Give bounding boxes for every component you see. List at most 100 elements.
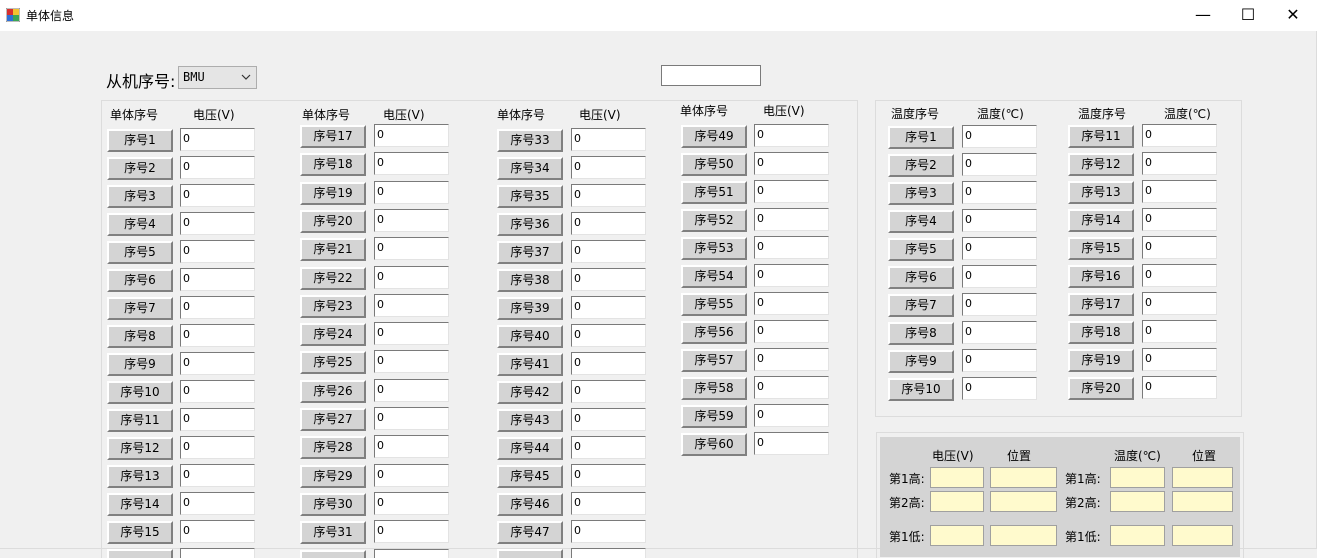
temperature-value-input[interactable]: 0 — [962, 209, 1037, 232]
status-input[interactable] — [661, 65, 761, 86]
voltage-value-input[interactable]: 0 — [180, 240, 255, 263]
lowest-voltage-position-field[interactable] — [990, 525, 1057, 546]
temperature-value-input[interactable]: 0 — [1142, 292, 1217, 315]
temperature-value-input[interactable]: 0 — [962, 265, 1037, 288]
maximize-button[interactable]: ☐ — [1225, 0, 1271, 31]
temperature-value-input[interactable]: 0 — [962, 125, 1037, 148]
voltage-value-input[interactable]: 0 — [374, 379, 449, 402]
temperature-value-input[interactable]: 0 — [1142, 236, 1217, 259]
voltage-value-input[interactable]: 0 — [374, 322, 449, 345]
voltage-value-input[interactable]: 0 — [180, 436, 255, 459]
second-high-voltage-position-field[interactable] — [990, 491, 1057, 512]
highest-temp-position-field[interactable] — [1172, 467, 1233, 488]
lowest-temp-position-field[interactable] — [1172, 525, 1233, 546]
temperature-value-input[interactable]: 0 — [962, 349, 1037, 372]
voltage-value-input[interactable]: 0 — [571, 128, 646, 151]
close-button[interactable]: ✕ — [1270, 0, 1316, 31]
voltage-value-input[interactable]: 0 — [754, 320, 829, 343]
voltage-value-input[interactable]: 0 — [571, 268, 646, 291]
temperature-value-input[interactable]: 0 — [1142, 124, 1217, 147]
voltage-value-input[interactable]: 0 — [374, 407, 449, 430]
voltage-value-input[interactable]: 0 — [374, 124, 449, 147]
temperature-value-input[interactable]: 0 — [1142, 208, 1217, 231]
voltage-value-input[interactable]: 0 — [180, 128, 255, 151]
second-high-temp-field[interactable] — [1110, 491, 1165, 512]
voltage-value-input-clipped[interactable] — [180, 548, 255, 558]
voltage-value-input[interactable]: 0 — [374, 435, 449, 458]
temperature-value-input[interactable]: 0 — [962, 321, 1037, 344]
temperature-value-input[interactable]: 0 — [962, 237, 1037, 260]
voltage-value-input[interactable]: 0 — [571, 352, 646, 375]
voltage-value-input[interactable]: 0 — [754, 376, 829, 399]
voltage-value-input[interactable]: 0 — [180, 268, 255, 291]
voltage-value-input[interactable]: 0 — [754, 180, 829, 203]
title-bar: 单体信息 — ☐ ✕ — [0, 0, 1325, 31]
voltage-value-input[interactable]: 0 — [374, 294, 449, 317]
voltage-value-input[interactable]: 0 — [571, 408, 646, 431]
slave-select[interactable]: BMU — [178, 66, 257, 89]
voltage-value-input[interactable]: 0 — [180, 492, 255, 515]
voltage-value-input[interactable]: 0 — [754, 208, 829, 231]
voltage-value-input[interactable]: 0 — [571, 296, 646, 319]
voltage-value-input[interactable]: 0 — [571, 380, 646, 403]
temperature-value-input[interactable]: 0 — [962, 153, 1037, 176]
voltage-value-input[interactable]: 0 — [180, 156, 255, 179]
voltage-value-input[interactable]: 0 — [754, 404, 829, 427]
voltage-value-input[interactable]: 0 — [374, 266, 449, 289]
voltage-value-input[interactable]: 0 — [180, 212, 255, 235]
voltage-value-input[interactable]: 0 — [754, 152, 829, 175]
temperature-value-input[interactable]: 0 — [1142, 152, 1217, 175]
voltage-value-input[interactable]: 0 — [754, 432, 829, 455]
slave-select-value: BMU — [183, 70, 205, 84]
voltage-value-input[interactable]: 0 — [754, 264, 829, 287]
voltage-value-input[interactable]: 0 — [571, 324, 646, 347]
voltage-value-input[interactable]: 0 — [180, 408, 255, 431]
voltage-value-input[interactable]: 0 — [374, 181, 449, 204]
voltage-value-input[interactable]: 0 — [180, 352, 255, 375]
voltage-value-input[interactable]: 0 — [571, 520, 646, 543]
voltage-value-input[interactable]: 0 — [571, 184, 646, 207]
voltage-value-input[interactable]: 0 — [180, 184, 255, 207]
voltage-value-input-clipped[interactable] — [571, 548, 646, 558]
voltage-value-input[interactable]: 0 — [374, 492, 449, 515]
voltage-value-input-clipped[interactable] — [374, 549, 449, 558]
voltage-value-input[interactable]: 0 — [754, 236, 829, 259]
voltage-value-input[interactable]: 0 — [180, 464, 255, 487]
second-high-voltage-field[interactable] — [930, 491, 984, 512]
temperature-value-input[interactable]: 0 — [1142, 320, 1217, 343]
voltage-value-input[interactable]: 0 — [374, 237, 449, 260]
lowest-voltage-field[interactable] — [930, 525, 984, 546]
temperature-value-input[interactable]: 0 — [1142, 376, 1217, 399]
voltage-value-input[interactable]: 0 — [180, 324, 255, 347]
temperature-value-input[interactable]: 0 — [962, 377, 1037, 400]
voltage-value-input[interactable]: 0 — [754, 348, 829, 371]
voltage-value-input[interactable]: 0 — [374, 209, 449, 232]
voltage-value-input[interactable]: 0 — [180, 380, 255, 403]
voltage-value-input[interactable]: 0 — [180, 296, 255, 319]
second-high-temp-position-field[interactable] — [1172, 491, 1233, 512]
voltage-value-input[interactable]: 0 — [571, 156, 646, 179]
voltage-value-input[interactable]: 0 — [571, 464, 646, 487]
minimize-button[interactable]: — — [1180, 0, 1226, 31]
lowest-temp-field[interactable] — [1110, 525, 1165, 546]
voltage-value-input[interactable]: 0 — [374, 520, 449, 543]
voltage-value-input[interactable]: 0 — [374, 464, 449, 487]
voltage-value-input[interactable]: 0 — [754, 124, 829, 147]
voltage-value-input[interactable]: 0 — [374, 350, 449, 373]
voltage-value-input[interactable]: 0 — [571, 240, 646, 263]
temperature-value-input[interactable]: 0 — [962, 181, 1037, 204]
voltage-value-input[interactable]: 0 — [754, 292, 829, 315]
voltage-value-input[interactable]: 0 — [571, 492, 646, 515]
temperature-value-input[interactable]: 0 — [1142, 180, 1217, 203]
voltage-value-input[interactable]: 0 — [374, 152, 449, 175]
voltage-value-input[interactable]: 0 — [571, 212, 646, 235]
highest-voltage-position-field[interactable] — [990, 467, 1057, 488]
temperature-value-input[interactable]: 0 — [1142, 264, 1217, 287]
temperature-value-input[interactable]: 0 — [1142, 348, 1217, 371]
voltage-value-input[interactable]: 0 — [571, 436, 646, 459]
highest-voltage-field[interactable] — [930, 467, 984, 488]
voltage-cell-label-clipped — [107, 549, 173, 558]
voltage-value-input[interactable]: 0 — [180, 520, 255, 543]
temperature-value-input[interactable]: 0 — [962, 293, 1037, 316]
highest-temp-field[interactable] — [1110, 467, 1165, 488]
